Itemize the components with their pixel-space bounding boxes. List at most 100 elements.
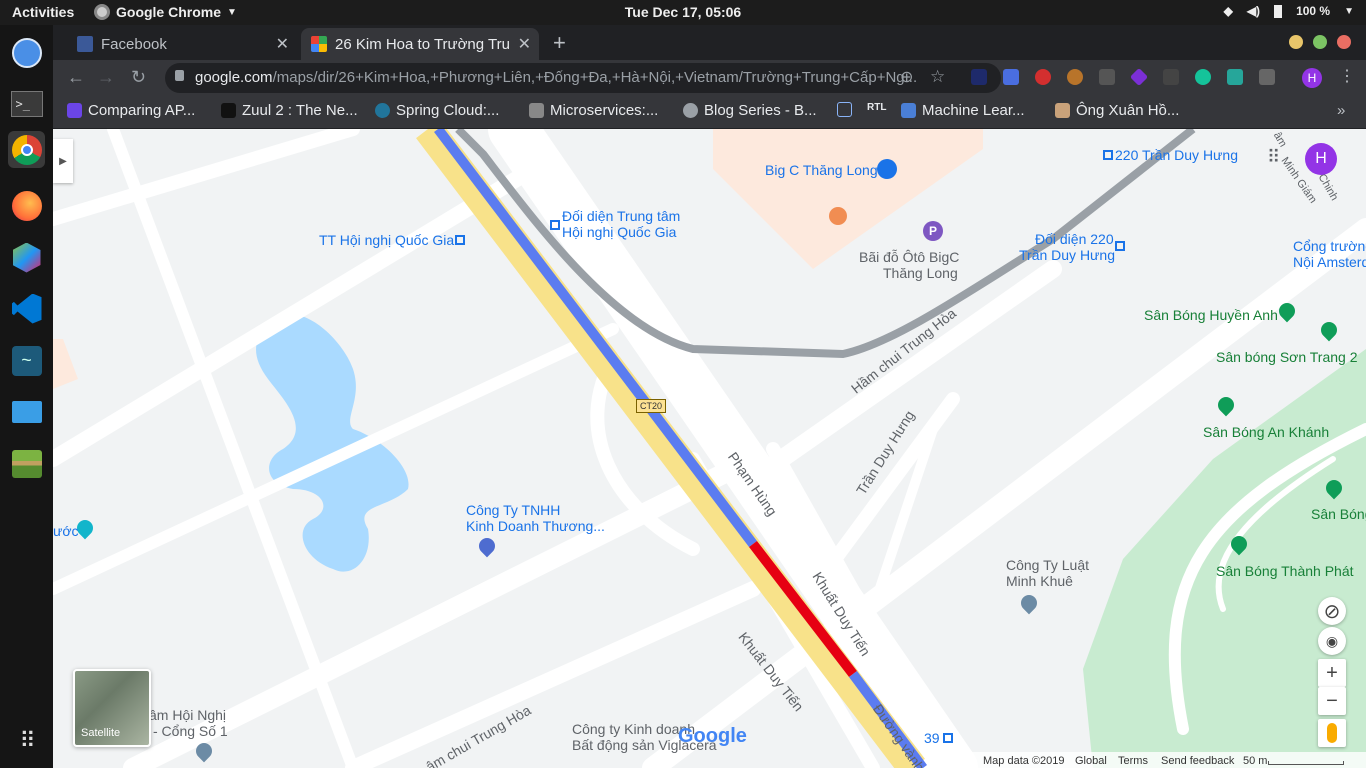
map-label[interactable]: Trần Duy Hưng [1019,247,1115,263]
map-canvas[interactable]: CT20 P Big C Thăng Long Đối diện Trung t… [53,129,1366,768]
chrome-icon [11,134,42,165]
map-label[interactable]: Đối diện Trung tâm [562,208,680,224]
scale-label[interactable]: 50 m [1243,755,1267,767]
map-label[interactable]: Bãi đỗ Ôtô BigC [859,249,959,265]
app-menu[interactable]: Google Chrome ▼ [94,4,237,20]
restaurant-icon[interactable] [829,207,847,225]
parking-icon[interactable]: P [923,221,943,241]
bus-stop-icon[interactable] [455,235,465,245]
bookmark-item[interactable]: Microservices:... [529,102,658,119]
netbeans-launcher[interactable] [8,239,45,276]
map-label[interactable]: Sân Bóng [1311,506,1366,522]
bookmark-item[interactable]: Comparing AP... [67,102,195,119]
hide-traffic-icon[interactable]: ⊘ [1318,597,1346,625]
maximize-button[interactable] [1313,35,1327,49]
map-label[interactable]: Thăng Long [883,265,958,281]
system-tray[interactable]: ◆ ◀) 100 % ▼ [1224,4,1354,18]
extension-teal-icon[interactable] [1227,69,1243,85]
show-apps-button[interactable]: ⠿ [8,722,45,759]
translate-icon[interactable] [1003,69,1019,85]
address-bar[interactable]: google.com/maps/dir/26+Kim+Hoa,+Phương+L… [165,63,1001,93]
reload-icon[interactable]: ↻ [131,67,146,88]
map-label[interactable]: Big C Thăng Long [765,162,878,178]
map-label[interactable]: ước [53,523,79,539]
diamond-icon[interactable] [1129,67,1149,87]
map-label[interactable]: Công Ty TNHH [466,502,560,518]
map-label[interactable]: - Cổng Số 1 [153,723,228,739]
activities-button[interactable]: Activities [12,4,74,20]
stop-hand-icon[interactable] [1035,69,1051,85]
add-icon[interactable]: ⊕ [900,67,913,87]
map-label[interactable]: 220 Trần Duy Hưng [1115,147,1238,163]
tab-google-maps[interactable]: 26 Kim Hoa to Trường Tru ✕ [301,28,539,60]
vscode-launcher[interactable] [8,290,45,327]
close-window-button[interactable] [1337,35,1351,49]
bookmark-item[interactable]: Ông Xuân Hồ... [1055,102,1179,119]
tab-facebook[interactable]: Facebook ✕ [67,28,297,60]
tab-strip: Facebook ✕ 26 Kim Hoa to Trường Tru ✕ + [53,25,1366,60]
map-label[interactable]: TT Hội nghị Quốc Gia [319,232,454,248]
map-label[interactable]: Sân Bóng Huyền Anh [1144,307,1278,323]
mysql-workbench-launcher[interactable]: ~ [8,342,45,379]
pegman-icon[interactable] [1318,719,1346,747]
more-bookmarks-icon[interactable]: » [1337,102,1345,119]
chrome-icon [94,4,110,20]
send-feedback-link[interactable]: Send feedback [1161,755,1234,767]
map-label[interactable]: Cổng trường [1293,238,1366,254]
bus-stop-icon[interactable] [1115,241,1125,251]
account-avatar[interactable]: H [1305,143,1337,175]
bookmark-icon [67,103,82,118]
back-icon[interactable]: ← [67,67,85,88]
chrome-launcher[interactable] [8,131,45,168]
map-label[interactable]: Nội Amsterd [1293,254,1366,270]
map-label[interactable]: Minh Khuê [1006,573,1073,589]
map-label[interactable]: âm Hội Nghị [149,707,226,723]
extension-j-icon[interactable] [971,69,987,85]
apps-grid-icon[interactable]: ⠿ [1267,147,1280,168]
map-label[interactable]: Sân bóng Sơn Trang 2 [1216,349,1358,365]
zoom-out-button[interactable]: − [1318,687,1346,715]
books-launcher[interactable] [8,445,45,482]
firefox-launcher[interactable] [8,187,45,224]
extension-orange-icon[interactable] [1067,69,1083,85]
mail-launcher[interactable] [8,393,45,430]
star-icon[interactable]: ☆ [930,67,945,87]
bus-stop-icon[interactable] [943,733,953,743]
grammarly-icon[interactable] [1195,69,1211,85]
close-icon[interactable]: ✕ [518,34,531,54]
zoom-in-button[interactable]: + [1318,659,1346,687]
shopping-cart-icon[interactable] [877,159,897,179]
terminal-launcher[interactable]: >_ [8,85,45,122]
bookmark-item[interactable]: Zuul 2 : The Ne... [221,102,358,119]
new-tab-button[interactable]: + [553,30,566,56]
bus-stop-icon[interactable] [550,220,560,230]
profile-avatar[interactable]: H [1302,68,1322,88]
my-location-icon[interactable]: ◉ [1318,627,1346,655]
shield-icon[interactable] [1099,69,1115,85]
chromium-launcher[interactable] [8,34,45,71]
bookmark-item[interactable]: Machine Lear... [901,102,1025,119]
satellite-toggle[interactable]: Satellite [73,669,151,747]
bookmark-item[interactable] [837,102,852,117]
global-link[interactable]: Global [1075,755,1107,767]
minimize-button[interactable] [1289,35,1303,49]
forward-icon[interactable]: → [97,67,115,88]
more-menu-icon[interactable]: ⋮ [1339,66,1355,86]
bookmark-item[interactable]: Blog Series - B... [683,102,817,119]
map-label[interactable]: Hội nghị Quốc Gia [562,224,676,240]
screenshot-icon[interactable] [1259,69,1275,85]
map-label[interactable]: Công ty Kinh doanh [572,721,695,737]
close-icon[interactable]: ✕ [276,34,289,54]
bookmark-item[interactable]: RTL [867,102,886,113]
map-label[interactable]: 39 [924,730,940,746]
bookmark-item[interactable]: Spring Cloud:... [375,102,499,119]
collapse-panel-button[interactable]: ▶ [53,139,73,183]
map-label[interactable]: Công Ty Luật [1006,557,1089,573]
map-label[interactable]: Sân Bóng An Khánh [1203,424,1329,440]
map-label[interactable]: Kinh Doanh Thương... [466,518,605,534]
map-label[interactable]: Sân Bóng Thành Phát [1216,563,1354,579]
bus-stop-icon[interactable] [1103,150,1113,160]
extension-dark-icon[interactable] [1163,69,1179,85]
terms-link[interactable]: Terms [1118,755,1148,767]
map-label[interactable]: Đối diện 220 [1035,231,1114,247]
